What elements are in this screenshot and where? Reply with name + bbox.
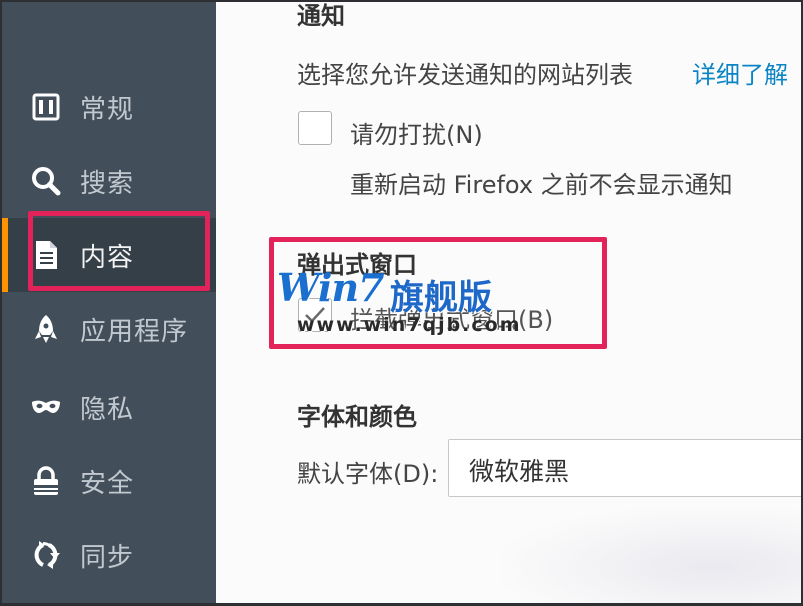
default-font-select[interactable]: 微软雅黑 [448,439,801,497]
learn-more-link[interactable]: 详细了解 [692,55,788,90]
selected-indicator [2,218,8,292]
sidebar-item-applications[interactable]: 应用程序 [2,292,216,366]
watermark-logo-cn: 旗舰版 [390,278,492,318]
notifications-heading: 通知 [297,2,345,30]
sidebar-item-label: 安全 [80,468,135,499]
fonts-heading: 字体和颜色 [297,403,417,431]
watermark-url: www.win7qjb.com [297,314,522,336]
sidebar-item-security[interactable]: 安全 [2,444,216,518]
sidebar-item-label: 搜索 [80,168,135,199]
sidebar-item-privacy[interactable]: 隐私 [2,370,216,444]
do-not-disturb-label[interactable]: 请勿打扰(N) [350,115,483,150]
default-font-value: 微软雅黑 [469,457,570,486]
sidebar-item-label: 同步 [80,542,135,573]
preferences-window: 常规 搜索 内容 应用程序 隐私 安全 同步 通知 选择您允许发送通知的网站列表… [0,0,803,606]
highlight-box-sidebar [28,211,210,291]
sidebar-item-general[interactable]: 常规 [2,70,216,144]
watermark-logo: Win7 [277,265,385,310]
do-not-disturb-hint: 重新启动 Firefox 之前不会显示通知 [350,171,733,199]
sync-icon [29,538,63,572]
sidebar-item-sync[interactable]: 同步 [2,518,216,592]
lock-icon [29,464,63,498]
mask-icon [29,390,63,424]
do-not-disturb-checkbox[interactable] [298,111,332,145]
watermark-glow [502,507,801,603]
sidebar-item-label: 应用程序 [80,316,189,347]
notifications-description: 选择您允许发送通知的网站列表 [297,61,633,89]
sidebar: 常规 搜索 内容 应用程序 隐私 安全 同步 [2,2,216,603]
sidebar-item-label: 常规 [80,94,135,125]
sidebar-item-label: 隐私 [80,394,135,425]
default-font-label: 默认字体(D): [297,460,439,488]
general-icon [29,90,63,124]
rocket-icon [29,312,63,346]
sidebar-item-search[interactable]: 搜索 [2,144,216,218]
search-icon [29,164,63,198]
